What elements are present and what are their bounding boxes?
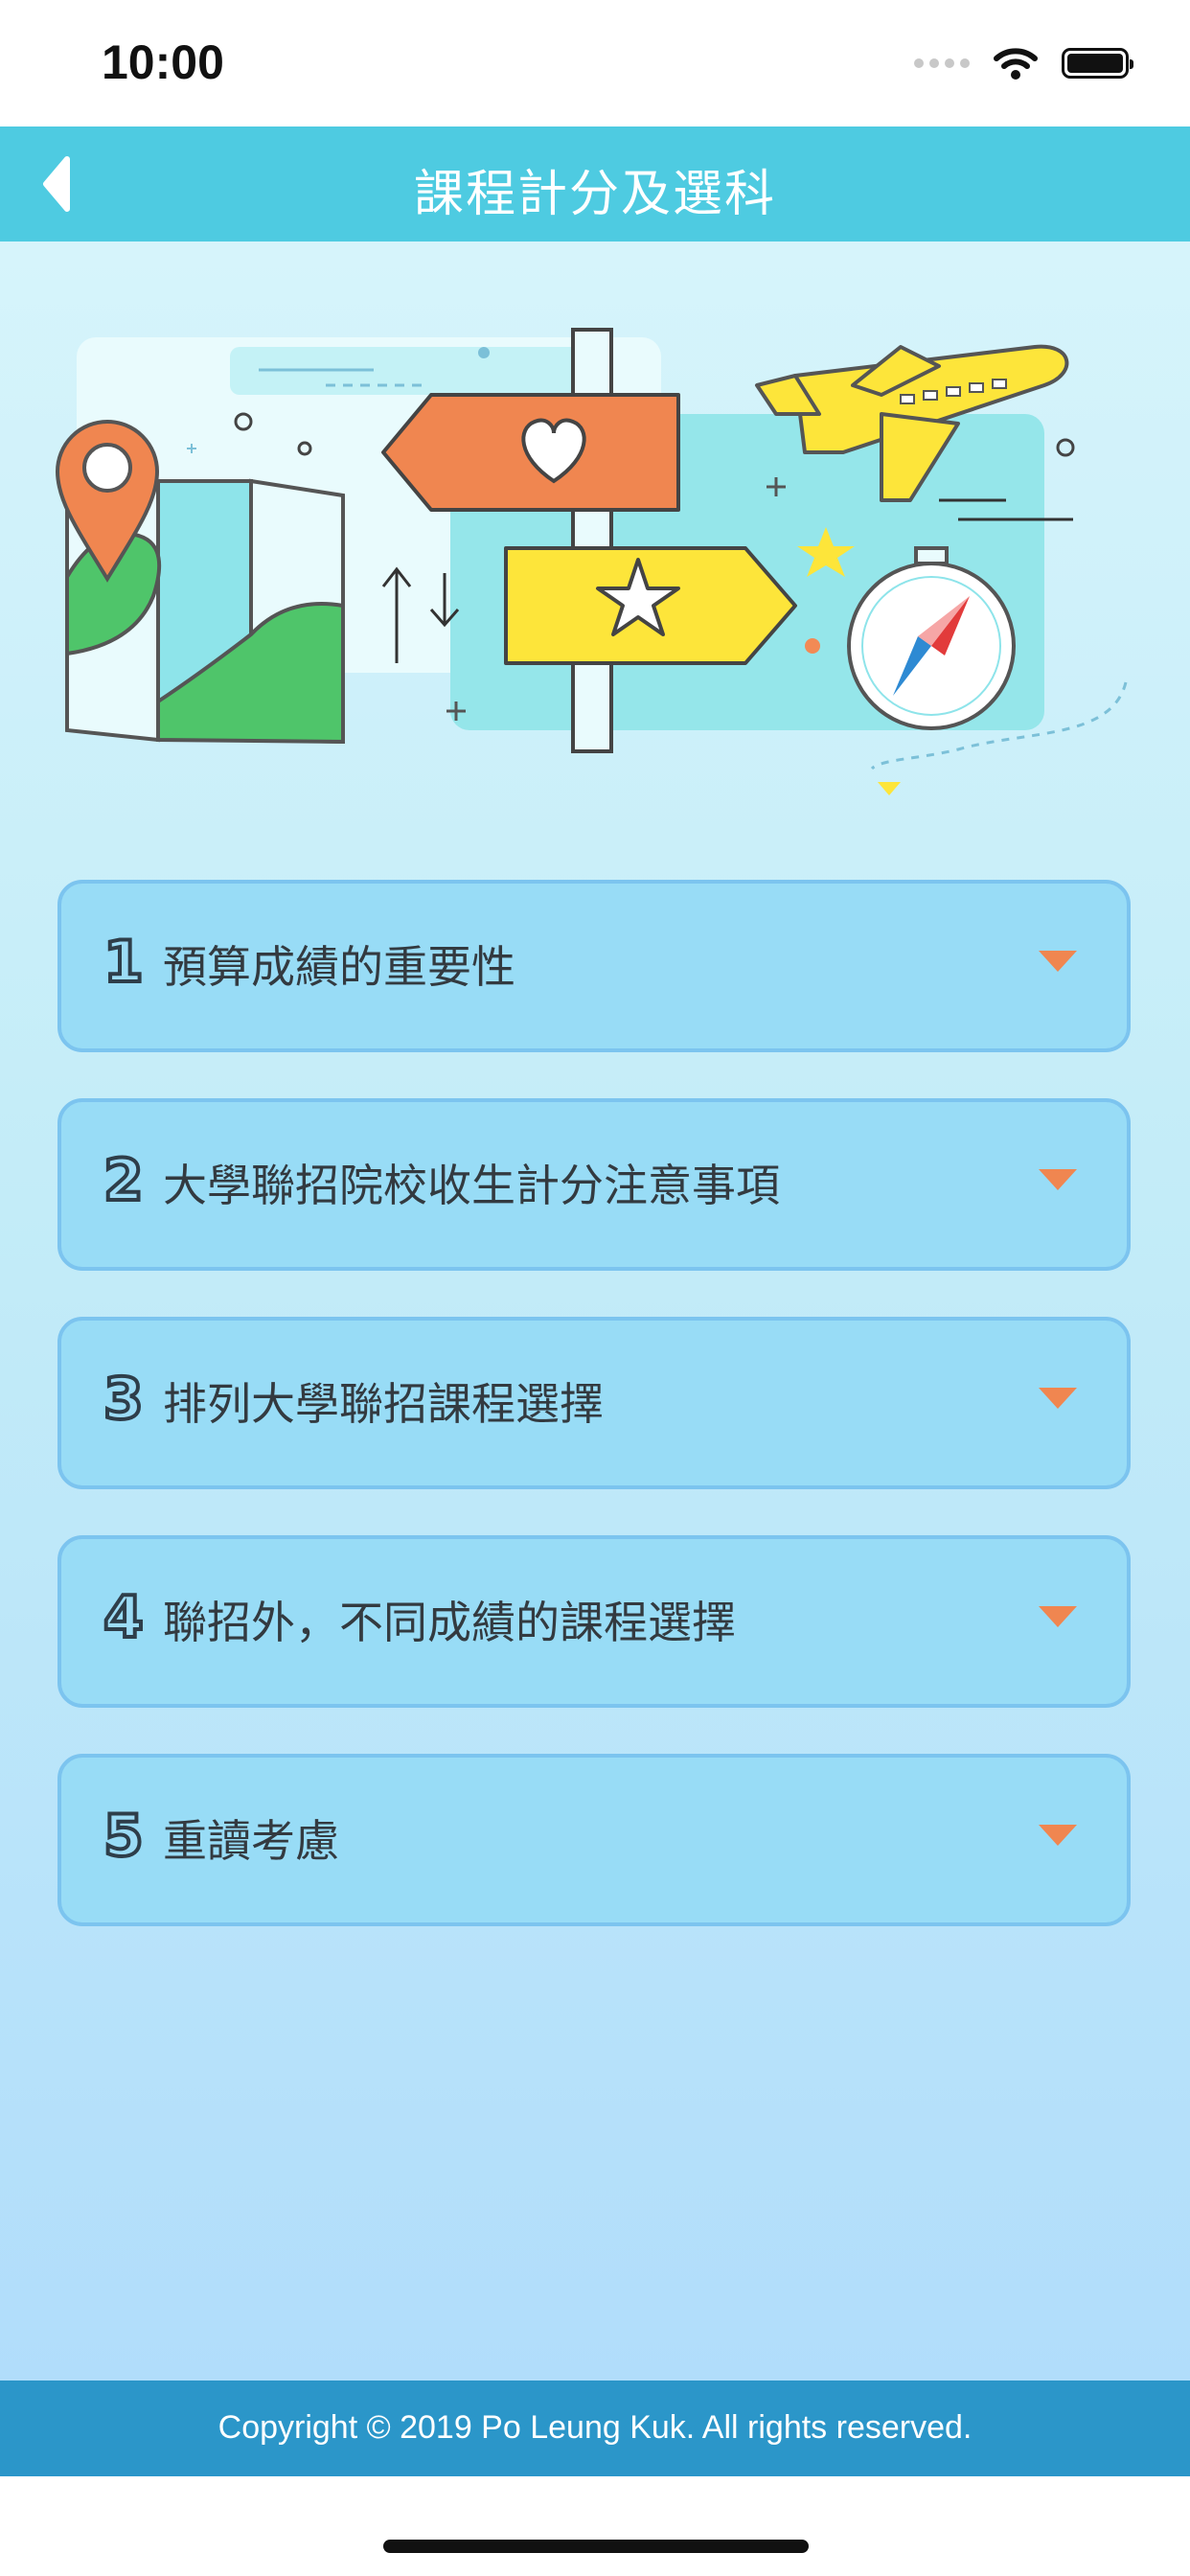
main-content: 1 預算成績的重要性 2 大學聯招院校收生計分注意事項 3 排列大學聯招課程選擇…	[0, 242, 1190, 2380]
section-3-toggle[interactable]: 3 排列大學聯招課程選擇	[57, 1317, 1131, 1489]
section-number: 4	[102, 1584, 146, 1651]
status-bar: 10:00	[0, 0, 1190, 126]
home-indicator-area	[0, 2476, 1190, 2576]
caret-down-icon	[1039, 1388, 1077, 1409]
cellular-signal-icon	[914, 58, 970, 68]
caret-down-icon	[1039, 951, 1077, 972]
section-2-toggle[interactable]: 2 大學聯招院校收生計分注意事項	[57, 1098, 1131, 1271]
battery-icon	[1062, 48, 1133, 79]
section-5-toggle[interactable]: 5 重讀考慮	[57, 1754, 1131, 1926]
section-number: 3	[102, 1366, 146, 1433]
section-number: 1	[102, 929, 146, 996]
caret-down-icon	[1039, 1169, 1077, 1190]
section-number: 5	[102, 1803, 146, 1870]
footer: Copyright © 2019 Po Leung Kuk. All right…	[0, 2380, 1190, 2476]
section-label: 聯招外，不同成績的課程選擇	[163, 1597, 736, 1648]
home-indicator[interactable]	[383, 2540, 809, 2553]
travel-illustration	[55, 328, 1128, 795]
section-1-toggle[interactable]: 1 預算成績的重要性	[57, 880, 1131, 1052]
section-number: 2	[102, 1147, 146, 1214]
status-icons	[914, 42, 1133, 84]
wifi-icon	[994, 48, 1038, 80]
section-label: 大學聯招院校收生計分注意事項	[163, 1160, 780, 1211]
caret-down-icon	[1039, 1825, 1077, 1846]
section-label: 排列大學聯招課程選擇	[163, 1378, 604, 1430]
nav-bar: 課程計分及選科	[0, 126, 1190, 242]
page-title: 課程計分及選科	[413, 166, 776, 223]
section-label: 預算成績的重要性	[163, 941, 515, 993]
section-label: 重讀考慮	[163, 1815, 339, 1867]
section-4-toggle[interactable]: 4 聯招外，不同成績的課程選擇	[57, 1535, 1131, 1708]
caret-down-icon	[1039, 1606, 1077, 1627]
copyright-text: Copyright © 2019 Po Leung Kuk. All right…	[217, 2409, 973, 2446]
status-time: 10:00	[102, 35, 224, 89]
